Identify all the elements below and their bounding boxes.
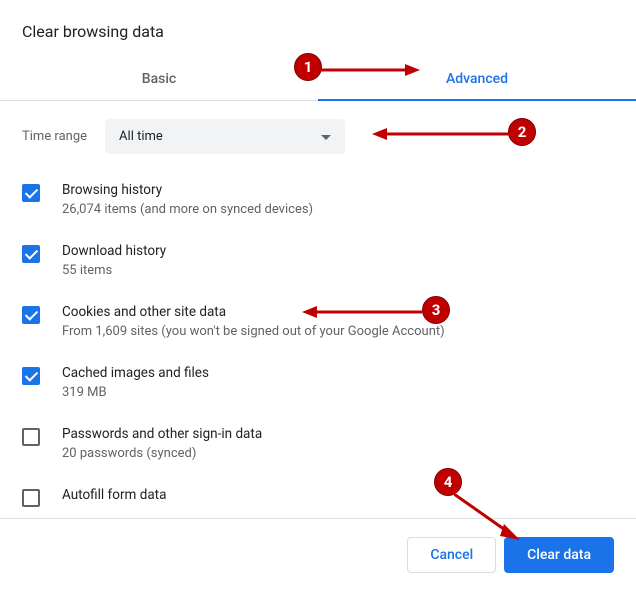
item-sub: 26,074 items (and more on synced devices…: [62, 202, 614, 217]
dropdown-icon: [321, 129, 331, 144]
item-text: Download history 55 items: [62, 243, 614, 278]
list-item: Browsing history 26,074 items (and more …: [22, 182, 614, 217]
item-sub: 20 passwords (synced): [62, 446, 614, 461]
item-text: Autofill form data: [62, 487, 614, 507]
checkbox-browsing-history[interactable]: [22, 184, 40, 202]
clear-data-button[interactable]: Clear data: [504, 537, 614, 573]
dialog-body[interactable]: Time range All time Browsing history 26,…: [0, 101, 636, 518]
checkbox-autofill[interactable]: [22, 489, 40, 507]
tab-advanced[interactable]: Advanced: [318, 57, 636, 101]
list-item: Cookies and other site data From 1,609 s…: [22, 304, 614, 339]
checkbox-cache[interactable]: [22, 367, 40, 385]
time-range-value: All time: [119, 129, 163, 144]
checkbox-passwords[interactable]: [22, 428, 40, 446]
item-sub: 55 items: [62, 263, 614, 278]
tabs: Basic Advanced: [0, 57, 636, 101]
list-item: Autofill form data: [22, 487, 614, 507]
tab-basic[interactable]: Basic: [0, 57, 318, 101]
item-title: Cookies and other site data: [62, 304, 614, 320]
item-text: Passwords and other sign-in data 20 pass…: [62, 426, 614, 461]
item-text: Cached images and files 319 MB: [62, 365, 614, 400]
item-text: Cookies and other site data From 1,609 s…: [62, 304, 614, 339]
item-sub: From 1,609 sites (you won't be signed ou…: [62, 324, 614, 339]
list-item: Passwords and other sign-in data 20 pass…: [22, 426, 614, 461]
item-title: Autofill form data: [62, 487, 614, 503]
item-title: Browsing history: [62, 182, 614, 198]
checkbox-download-history[interactable]: [22, 245, 40, 263]
cancel-button[interactable]: Cancel: [407, 537, 496, 573]
item-title: Passwords and other sign-in data: [62, 426, 614, 442]
time-range-label: Time range: [22, 129, 87, 144]
item-text: Browsing history 26,074 items (and more …: [62, 182, 614, 217]
time-range-row: Time range All time: [22, 119, 614, 154]
item-title: Download history: [62, 243, 614, 259]
list-item: Download history 55 items: [22, 243, 614, 278]
item-sub: 319 MB: [62, 385, 614, 400]
checkbox-cookies[interactable]: [22, 306, 40, 324]
list-item: Cached images and files 319 MB: [22, 365, 614, 400]
dialog-title: Clear browsing data: [0, 0, 636, 51]
clear-browsing-data-dialog: Clear browsing data Basic Advanced Time …: [0, 0, 636, 591]
time-range-select[interactable]: All time: [105, 119, 345, 154]
dialog-footer: Cancel Clear data: [0, 518, 636, 591]
item-title: Cached images and files: [62, 365, 614, 381]
